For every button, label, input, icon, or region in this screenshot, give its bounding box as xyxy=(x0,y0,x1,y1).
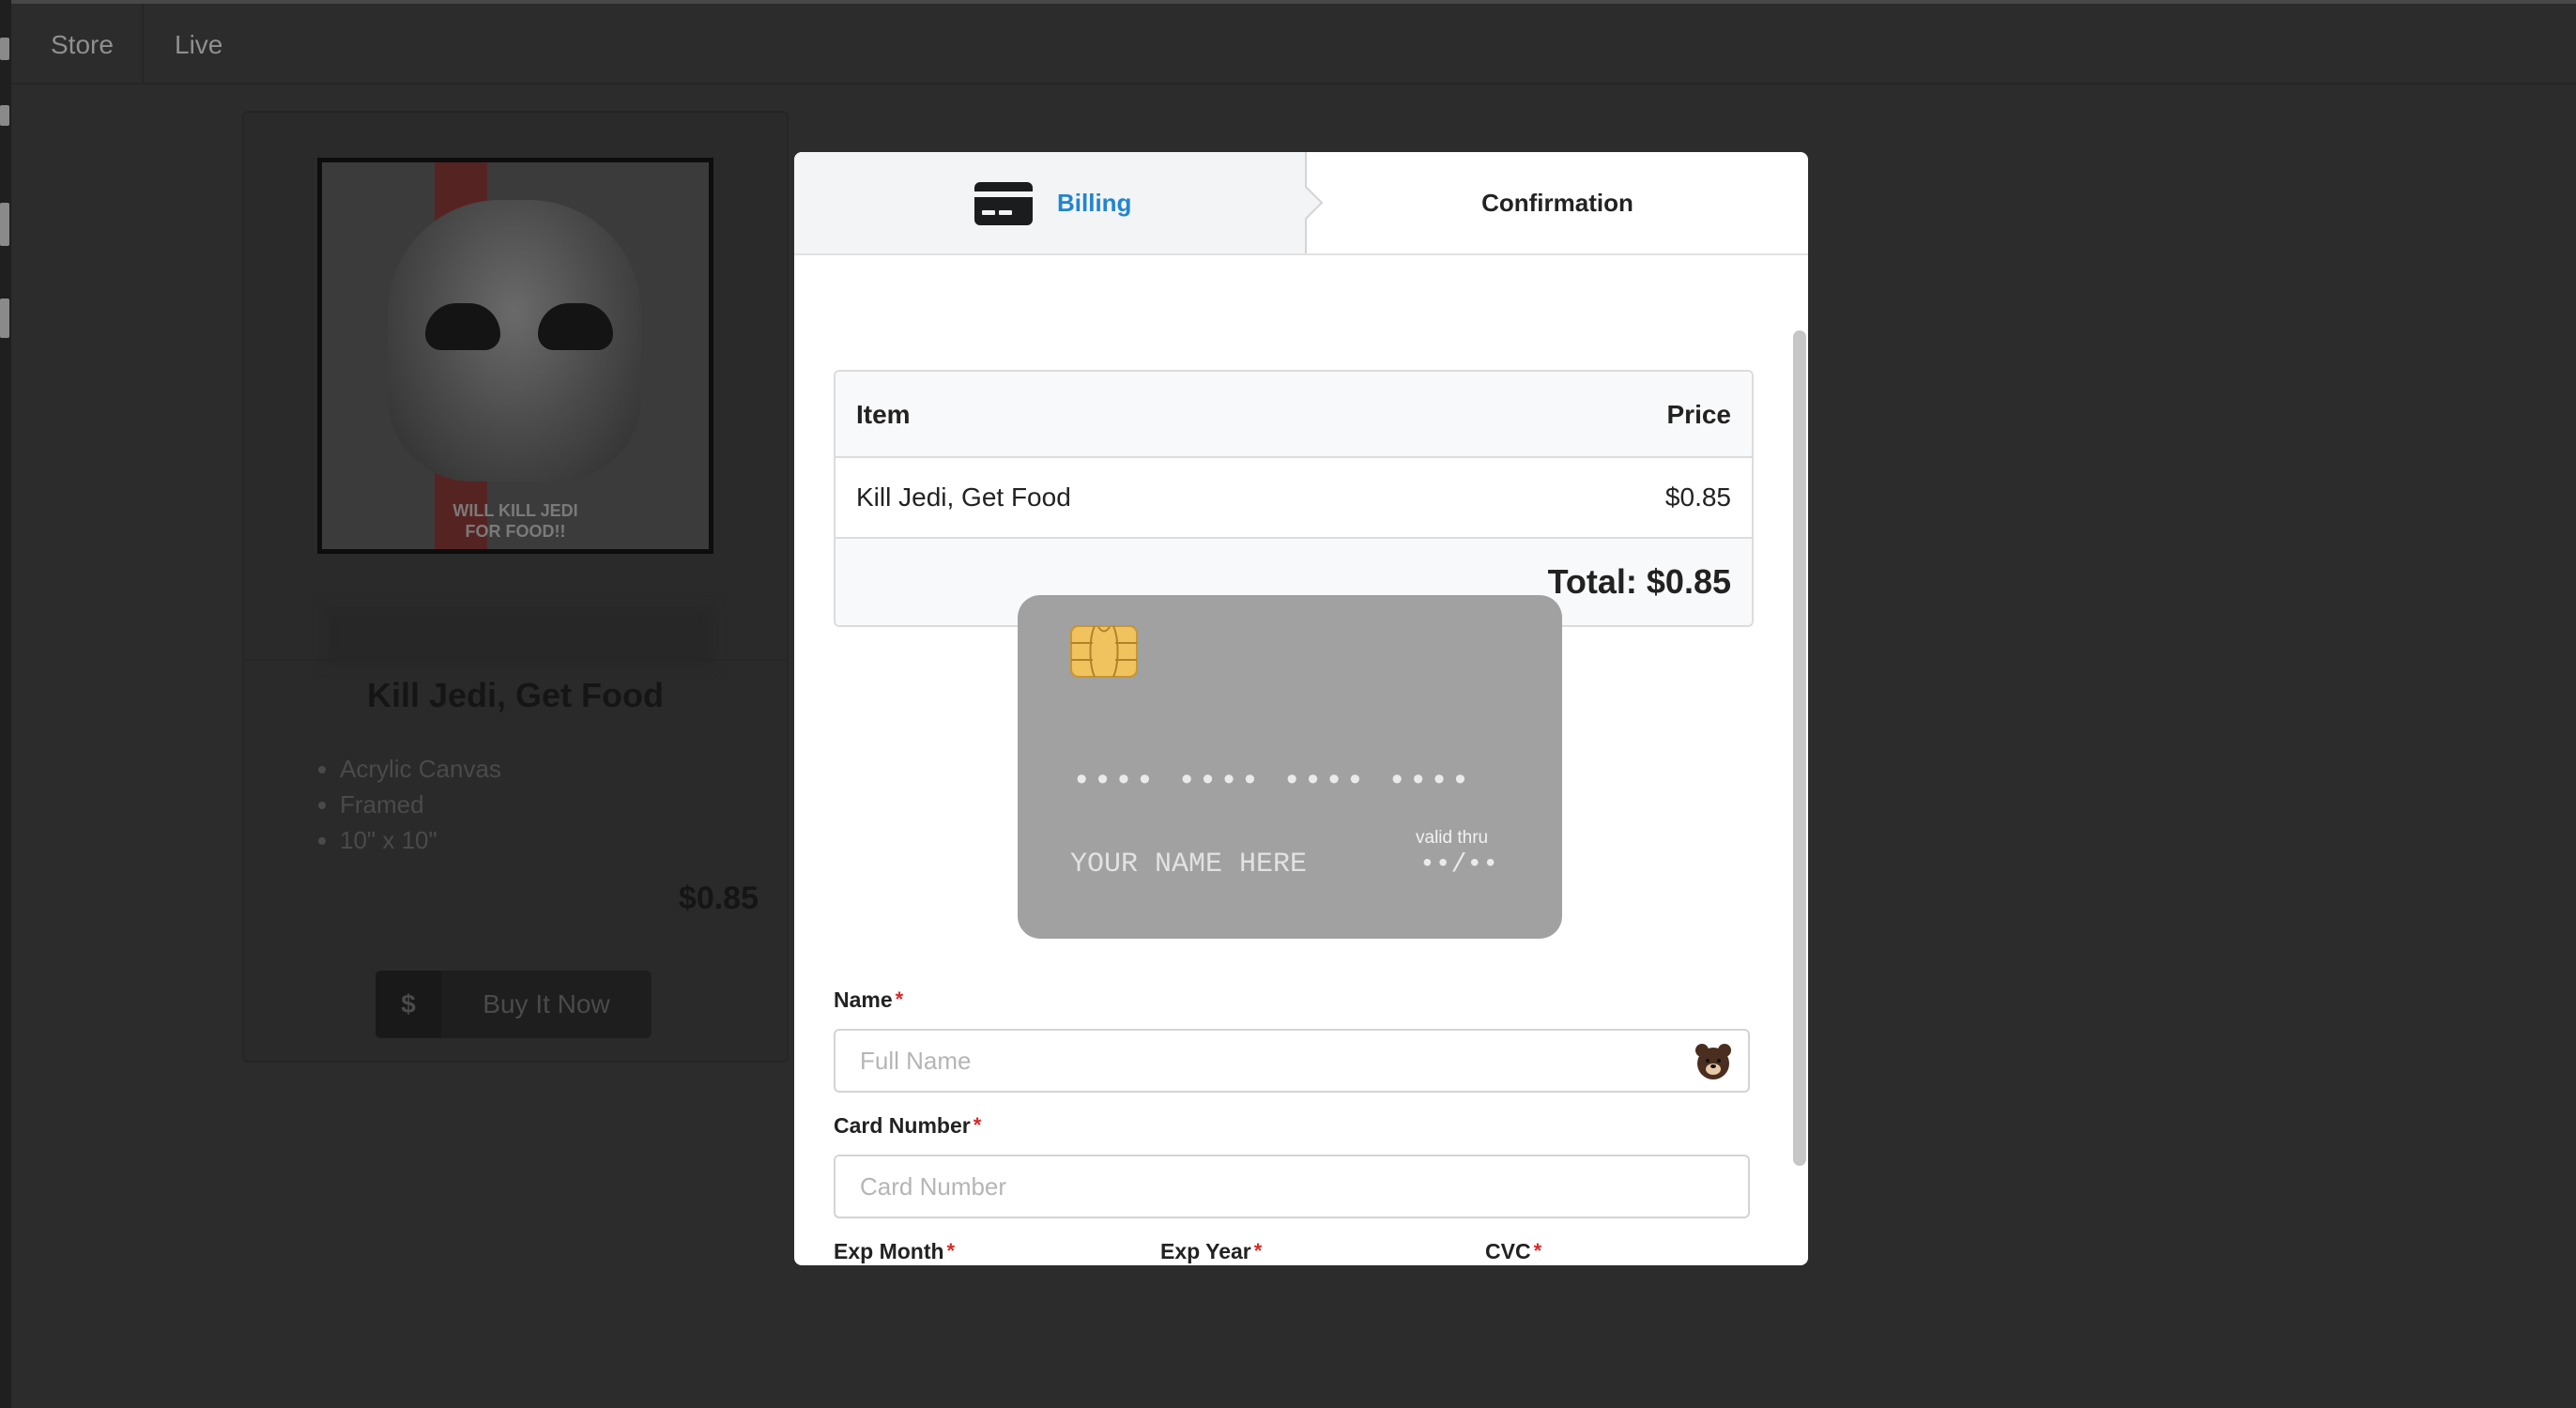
name-field[interactable] xyxy=(834,1029,1750,1093)
required-marker: * xyxy=(895,987,904,1011)
table-row: Kill Jedi, Get Food $0.85 xyxy=(836,458,1752,539)
feature-item: 10" x 10" xyxy=(340,822,501,858)
poster-caption: WILL KILL JEDI FOR FOOD!! xyxy=(322,500,709,542)
card-number-input[interactable] xyxy=(836,1156,1748,1217)
buy-it-now-button[interactable]: $ Buy It Now xyxy=(376,971,652,1038)
checkout-modal: Billing Confirmation Item Price Kill Jed… xyxy=(794,152,1808,1265)
row-item-name: Kill Jedi, Get Food xyxy=(856,482,1071,512)
step-billing[interactable]: Billing xyxy=(794,152,1307,253)
left-edge xyxy=(0,0,11,1408)
poster-artwork: WILL KILL JEDI FOR FOOD!! xyxy=(317,158,713,554)
poster-caption-line: WILL KILL JEDI xyxy=(452,501,578,520)
poster-shadow xyxy=(325,608,713,665)
product-price: $0.85 xyxy=(678,880,759,916)
modal-scrollbar[interactable] xyxy=(1793,330,1806,1166)
name-input[interactable] xyxy=(836,1031,1748,1091)
card-divider xyxy=(244,659,787,661)
nav-item-store[interactable]: Store xyxy=(23,4,144,83)
helmet-eye xyxy=(425,303,500,350)
checkout-steps: Billing Confirmation xyxy=(794,152,1808,255)
step-confirmation[interactable]: Confirmation xyxy=(1307,152,1808,253)
feature-item: Framed xyxy=(340,787,501,822)
dollar-icon: $ xyxy=(376,971,441,1038)
bear-autofill-icon[interactable] xyxy=(1694,1042,1733,1081)
order-total: Total: $0.85 xyxy=(1547,562,1731,601)
required-marker: * xyxy=(1253,1239,1263,1263)
feature-list: Acrylic Canvas Framed 10" x 10" xyxy=(312,751,501,858)
exp-month-label: Exp Month * xyxy=(834,1239,956,1263)
feature-item: Acrylic Canvas xyxy=(340,751,501,787)
top-nav: Store Live xyxy=(11,4,2576,84)
cvc-label: CVC * xyxy=(1485,1239,1542,1263)
name-label: Name * xyxy=(834,987,904,1012)
step-billing-label: Billing xyxy=(1057,189,1132,217)
card-number-label: Card Number * xyxy=(834,1113,982,1138)
row-item-price: $0.85 xyxy=(1664,482,1731,512)
nav-item-live[interactable]: Live xyxy=(146,4,251,83)
exp-year-label: Exp Year * xyxy=(1160,1239,1263,1263)
required-marker: * xyxy=(1533,1239,1542,1263)
card-number-display: •••• •••• •••• •••• xyxy=(1072,764,1472,800)
card-name-display: YOUR NAME HERE xyxy=(1070,849,1308,880)
required-marker: * xyxy=(946,1239,956,1263)
product-card: WILL KILL JEDI FOR FOOD!! Kill Jedi, Get… xyxy=(242,111,789,1063)
card-expiry-display: ••/•• xyxy=(1419,850,1499,880)
table-header: Item Price xyxy=(836,372,1752,458)
product-title: Kill Jedi, Get Food xyxy=(366,676,665,714)
required-marker: * xyxy=(973,1113,982,1137)
card-number-field[interactable] xyxy=(834,1155,1750,1218)
helmet-eye xyxy=(538,303,613,350)
edge-icon xyxy=(0,298,9,338)
product-image: WILL KILL JEDI FOR FOOD!! xyxy=(317,158,721,672)
card-chip-icon xyxy=(1070,625,1138,678)
valid-thru-label: valid thru xyxy=(1416,828,1489,848)
buy-button-label: Buy It Now xyxy=(483,989,610,1018)
order-table: Item Price Kill Jedi, Get Food $0.85 Tot… xyxy=(834,370,1754,627)
column-header-price: Price xyxy=(1666,400,1732,429)
poster-caption-line: FOR FOOD!! xyxy=(465,522,566,541)
edge-icon xyxy=(0,38,9,60)
credit-card-preview: •••• •••• •••• •••• YOUR NAME HERE valid… xyxy=(1018,595,1562,939)
edge-icon xyxy=(0,105,9,126)
column-header-item: Item xyxy=(856,400,911,429)
edge-icon xyxy=(0,203,9,246)
credit-card-icon xyxy=(974,182,1033,225)
